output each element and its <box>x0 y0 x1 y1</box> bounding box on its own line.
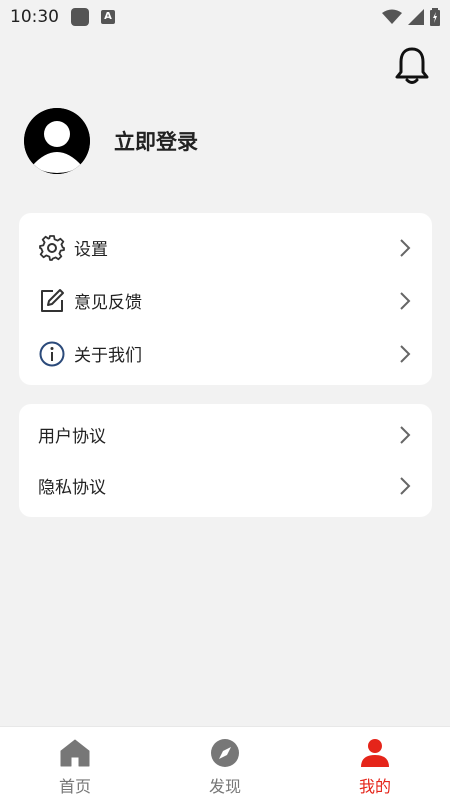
bottom-navigation: 首页 发现 我的 <box>0 726 450 800</box>
notification-bell-button[interactable] <box>394 46 430 86</box>
cell-signal-icon <box>408 9 424 25</box>
chevron-right-icon <box>400 344 411 363</box>
menu-item-settings[interactable]: 设置 <box>19 221 432 274</box>
edit-icon <box>38 287 66 315</box>
keyboard-indicator-icon: A <box>101 10 115 24</box>
menu-item-feedback[interactable]: 意见反馈 <box>19 274 432 327</box>
tab-mine[interactable]: 我的 <box>300 727 450 800</box>
tab-label: 我的 <box>358 777 391 796</box>
gear-icon <box>38 234 66 262</box>
default-avatar-icon <box>24 108 90 174</box>
menu-item-label: 隐私协议 <box>38 478 106 498</box>
chevron-right-icon <box>400 291 411 310</box>
tab-label: 发现 <box>208 777 241 796</box>
login-link[interactable]: 立即登录 <box>114 126 198 156</box>
status-time: 10:30 <box>10 7 59 27</box>
tab-home[interactable]: 首页 <box>0 727 150 800</box>
bell-icon <box>395 47 429 84</box>
menu-item-label: 用户协议 <box>38 427 106 447</box>
compass-icon <box>209 737 241 769</box>
menu-item-label: 关于我们 <box>74 346 142 366</box>
status-bar: 10:30 A <box>0 0 450 34</box>
menu-item-privacy-agreement[interactable]: 隐私协议 <box>19 460 432 511</box>
menu-item-user-agreement[interactable]: 用户协议 <box>19 409 432 460</box>
chevron-right-icon <box>400 238 411 257</box>
settings-menu-card: 设置 意见反馈 关于我们 <box>19 213 432 385</box>
menu-item-label: 意见反馈 <box>74 293 142 313</box>
menu-item-label: 设置 <box>74 240 108 260</box>
menu-item-about[interactable]: 关于我们 <box>19 327 432 380</box>
battery-icon <box>430 8 440 26</box>
app-notification-icon <box>71 8 89 26</box>
wifi-icon <box>382 9 402 24</box>
profile-section[interactable]: 立即登录 <box>24 108 198 174</box>
agreements-menu-card: 用户协议 隐私协议 <box>19 404 432 517</box>
tab-discover[interactable]: 发现 <box>150 727 300 800</box>
avatar[interactable] <box>24 108 90 174</box>
home-icon <box>59 737 91 769</box>
info-icon <box>38 340 66 368</box>
person-icon <box>359 737 391 769</box>
chevron-right-icon <box>400 476 411 495</box>
chevron-right-icon <box>400 425 411 444</box>
tab-label: 首页 <box>58 777 91 796</box>
